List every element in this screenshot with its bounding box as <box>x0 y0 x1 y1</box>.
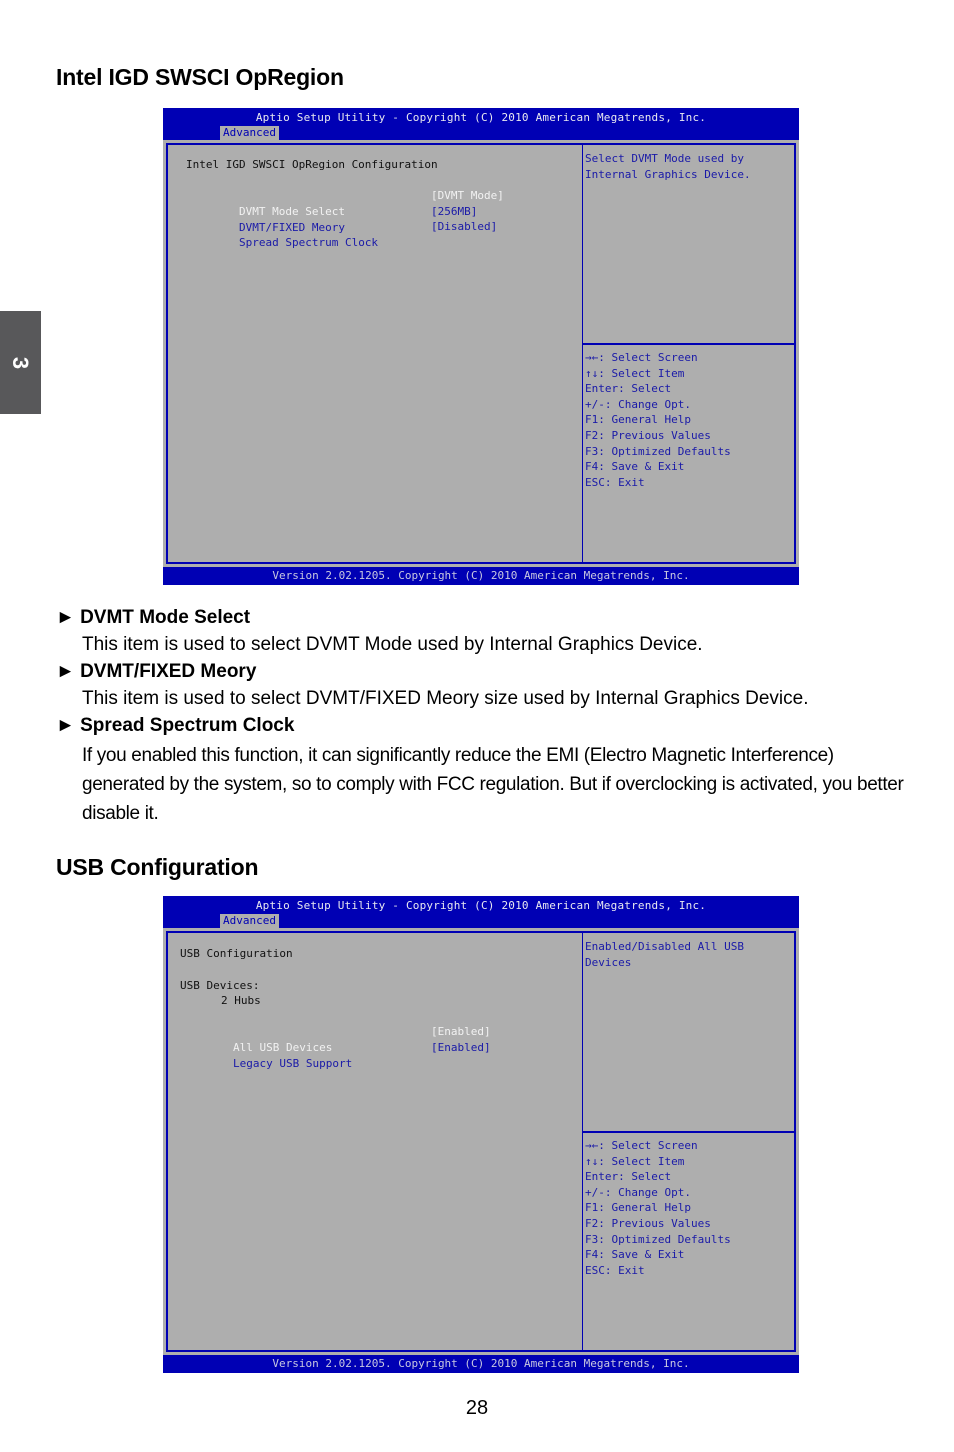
desc-heading: ► DVMT Mode Select <box>56 607 251 628</box>
bios-main-panel: Intel IGD SWSCI OpRegion Configuration D… <box>168 145 583 562</box>
bios-body: USB Configuration USB Devices: 2 Hubs Al… <box>166 931 796 1352</box>
section-title-usb: USB Configuration <box>56 854 259 880</box>
bios-header: Aptio Setup Utility - Copyright (C) 2010… <box>163 896 799 928</box>
key-esc: ESC: Exit <box>585 475 645 489</box>
setting-label: Legacy USB Support <box>232 1056 353 1070</box>
setting-value[interactable]: [Enabled] <box>431 1040 491 1056</box>
bios-header-title: Aptio Setup Utility - Copyright (C) 2010… <box>255 899 707 912</box>
desc-text: This item is used to select DVMT Mode us… <box>82 634 703 655</box>
usb-devices-value: 2 Hubs <box>221 994 261 1007</box>
desc-spread-spectrum: ► Spread Spectrum Clock <box>56 715 294 737</box>
desc-dvmt-mode-select: ► DVMT Mode Select <box>56 607 250 629</box>
help-line: Internal Graphics Device. <box>585 167 751 181</box>
chapter-number: 3 <box>8 356 34 369</box>
help-line: Devices <box>585 955 632 969</box>
item-help: Select DVMT Mode used by Internal Graphi… <box>583 145 794 345</box>
key-esc: ESC: Exit <box>585 1263 645 1277</box>
setting-value[interactable]: [DVMT Mode] <box>431 188 504 204</box>
item-help: Enabled/Disabled All USB Devices <box>583 933 794 1133</box>
setting-label: Spread Spectrum Clock <box>238 235 379 249</box>
chapter-tab: 3 <box>0 311 41 414</box>
setting-value[interactable]: [Enabled] <box>431 1024 491 1040</box>
key-enter: Enter: Select <box>585 382 672 396</box>
setting-value[interactable]: [Disabled] <box>431 219 497 235</box>
section-title-igd: Intel IGD SWSCI OpRegion <box>56 64 344 90</box>
key-f1: F1: General Help <box>585 413 691 427</box>
help-line: Select DVMT Mode used by <box>585 152 744 165</box>
desc-heading: ► DVMT/FIXED Meory <box>56 661 257 682</box>
desc-heading: ► Spread Spectrum Clock <box>56 715 295 736</box>
key-enter: Enter: Select <box>585 1170 672 1184</box>
desc-text: If you enabled this function, it can sig… <box>82 745 904 824</box>
bios-screenshot-usb: Aptio Setup Utility - Copyright (C) 2010… <box>163 896 799 1373</box>
panel-heading: Intel IGD SWSCI OpRegion Configuration <box>186 158 438 171</box>
desc-dvmt-fixed-memory: ► DVMT/FIXED Meory <box>56 661 256 683</box>
key-f4: F4: Save & Exit <box>585 460 685 474</box>
bios-screenshot-igd: Aptio Setup Utility - Copyright (C) 2010… <box>163 108 799 585</box>
setting-spread-spectrum-clock[interactable]: Spread Spectrum Clock [Disabled] <box>186 219 497 281</box>
key-select-item: ↑↓: Select Item <box>585 1154 685 1168</box>
key-f4: F4: Save & Exit <box>585 1248 685 1262</box>
panel-heading: USB Configuration <box>180 947 293 960</box>
key-select-screen: →←: Select Screen <box>585 351 698 364</box>
tab-advanced[interactable]: Advanced <box>220 126 279 140</box>
bios-help-panel: Enabled/Disabled All USB Devices →←: Sel… <box>583 933 794 1350</box>
key-f3: F3: Optimized Defaults <box>585 1232 731 1246</box>
key-change-opt: +/-: Change Opt. <box>585 1185 691 1199</box>
key-f2: F2: Previous Values <box>585 1216 711 1230</box>
key-f2: F2: Previous Values <box>585 428 711 442</box>
key-f3: F3: Optimized Defaults <box>585 444 731 458</box>
key-f1: F1: General Help <box>585 1201 691 1215</box>
key-legend: →←: Select Screen ↑↓: Select Item Enter:… <box>583 1135 794 1281</box>
key-select-screen: →←: Select Screen <box>585 1139 698 1152</box>
key-change-opt: +/-: Change Opt. <box>585 397 691 411</box>
usb-devices-label: USB Devices: <box>180 979 260 992</box>
key-legend: →←: Select Screen ↑↓: Select Item Enter:… <box>583 347 794 493</box>
page-number: 28 <box>465 1397 489 1419</box>
bios-footer: Version 2.02.1205. Copyright (C) 2010 Am… <box>163 567 799 585</box>
bios-header-title: Aptio Setup Utility - Copyright (C) 2010… <box>255 111 707 124</box>
key-select-item: ↑↓: Select Item <box>585 366 685 380</box>
setting-value[interactable]: [256MB] <box>431 204 477 220</box>
setting-legacy-usb-support[interactable]: Legacy USB Support [Enabled] <box>180 1040 491 1102</box>
bios-header: Aptio Setup Utility - Copyright (C) 2010… <box>163 108 799 140</box>
bios-help-panel: Select DVMT Mode used by Internal Graphi… <box>583 145 794 562</box>
desc-text: This item is used to select DVMT/FIXED M… <box>82 688 809 709</box>
help-line: Enabled/Disabled All USB <box>585 940 744 953</box>
tab-advanced[interactable]: Advanced <box>220 914 279 928</box>
bios-footer: Version 2.02.1205. Copyright (C) 2010 Am… <box>163 1355 799 1373</box>
bios-body: Intel IGD SWSCI OpRegion Configuration D… <box>166 143 796 564</box>
bios-main-panel: USB Configuration USB Devices: 2 Hubs Al… <box>168 933 583 1350</box>
